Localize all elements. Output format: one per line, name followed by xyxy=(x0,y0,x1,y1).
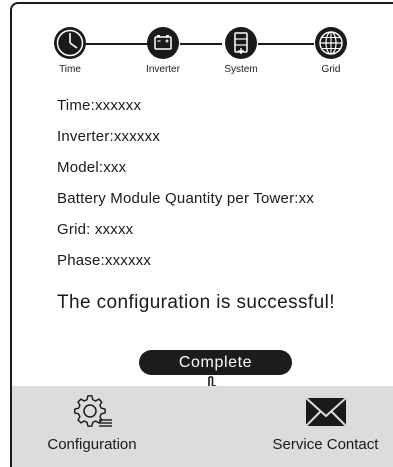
nav-service-contact[interactable]: Service Contact xyxy=(258,394,393,453)
info-time: Time:xxxxxx xyxy=(57,97,142,114)
info-inverter: Inverter:xxxxxx xyxy=(57,128,161,145)
info-phase: Phase:xxxxxx xyxy=(57,252,152,269)
gear-settings-icon xyxy=(73,395,112,427)
envelope-icon xyxy=(304,397,347,427)
globe-icon[interactable] xyxy=(314,26,348,60)
nav-service-contact-label: Service Contact xyxy=(272,436,379,453)
step-label-system: System xyxy=(224,64,258,75)
step-label-grid: Grid xyxy=(321,64,341,75)
step-connector xyxy=(180,43,222,45)
step-label-time: Time xyxy=(59,64,81,75)
step-connector xyxy=(86,43,150,45)
bottom-navigation: Configuration Service Contact xyxy=(12,386,393,467)
system-icon[interactable] xyxy=(224,26,258,60)
step-connector xyxy=(258,43,314,45)
complete-button[interactable]: Complete xyxy=(139,350,292,375)
info-grid: Grid: xxxxx xyxy=(57,221,134,238)
setup-stepper: Time Inverter System Grid xyxy=(0,0,393,80)
clock-icon[interactable] xyxy=(53,26,87,60)
battery-icon[interactable] xyxy=(146,26,180,60)
info-model: Model:xxx xyxy=(57,159,127,176)
nav-configuration[interactable]: Configuration xyxy=(32,394,152,453)
step-label-inverter: Inverter xyxy=(146,64,180,75)
nav-configuration-label: Configuration xyxy=(47,436,137,453)
success-message: The configuration is successful! xyxy=(57,292,335,313)
info-battery-modules: Battery Module Quantity per Tower:xx xyxy=(57,190,315,207)
